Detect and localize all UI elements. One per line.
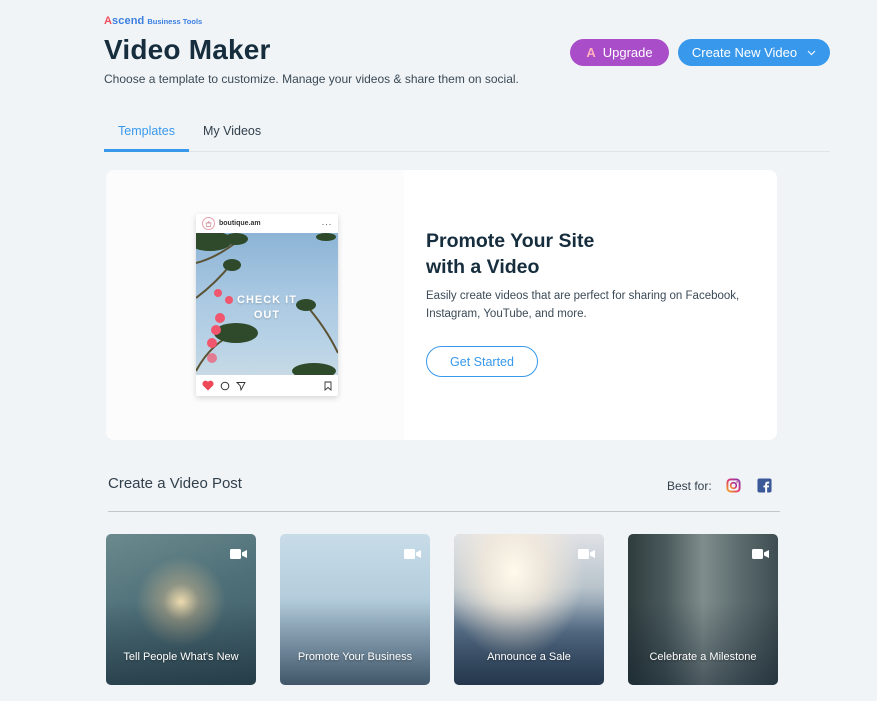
bookmark-icon: [324, 381, 332, 391]
promo-banner: boutique.am ··· CHECK IT OUT Promote You…: [106, 170, 777, 440]
template-card-announce-sale[interactable]: Announce a Sale: [454, 534, 604, 685]
share-icon: [236, 381, 246, 391]
template-card-celebrate-milestone[interactable]: Celebrate a Milestone: [628, 534, 778, 685]
banner-illustration-panel: boutique.am ··· CHECK IT OUT: [106, 170, 404, 440]
banner-title-line2: with a Video: [426, 256, 540, 278]
brand-name-rest: scend: [112, 15, 145, 27]
chevron-down-icon: [807, 48, 816, 58]
create-new-video-label: Create New Video: [691, 45, 798, 60]
tab-my-videos[interactable]: My Videos: [189, 110, 275, 152]
best-for-label: Best for:: [667, 478, 712, 493]
upgrade-button[interactable]: A Upgrade: [570, 39, 669, 66]
tab-bar: Templates My Videos: [104, 110, 830, 152]
card-label: Celebrate a Milestone: [649, 651, 757, 663]
post-header: boutique.am ···: [196, 214, 338, 233]
ascend-logo-icon: A: [586, 45, 596, 60]
video-camera-icon: [752, 549, 769, 559]
video-camera-icon: [578, 549, 595, 559]
brand-initial: A: [104, 15, 113, 27]
brand-name: Ascend: [104, 15, 144, 27]
template-card-promote-business[interactable]: Promote Your Business: [280, 534, 430, 685]
page-subtitle: Choose a template to customize. Manage y…: [104, 72, 519, 86]
social-post-preview: boutique.am ··· CHECK IT OUT: [196, 214, 338, 396]
card-label: Tell People What's New: [123, 651, 239, 663]
post-overlay-text: CHECK IT OUT: [196, 293, 338, 323]
section-divider: [108, 511, 780, 512]
create-new-video-button[interactable]: Create New Video: [678, 39, 830, 66]
banner-title: Promote Your Site with a Video: [426, 228, 594, 280]
more-icon: ···: [321, 218, 332, 229]
facebook-icon: [757, 478, 772, 493]
post-overlay-line1: CHECK IT: [237, 294, 297, 306]
post-overlay-line2: OUT: [253, 309, 281, 321]
template-cards: Tell People What's New Promote Your Busi…: [106, 534, 778, 685]
comment-icon: [220, 381, 230, 390]
get-started-button[interactable]: Get Started: [426, 346, 538, 377]
card-label: Announce a Sale: [487, 651, 571, 663]
tab-templates[interactable]: Templates: [104, 110, 189, 152]
section-title: Create a Video Post: [108, 475, 242, 492]
banner-description: Easily create videos that are perfect fo…: [426, 290, 740, 320]
post-username: boutique.am: [219, 220, 261, 227]
banner-title-line1: Promote Your Site: [426, 230, 595, 252]
post-actions: [196, 375, 338, 396]
upgrade-button-label: Upgrade: [602, 45, 653, 60]
brand-logo: Ascend Business Tools: [104, 15, 202, 27]
video-camera-icon: [230, 549, 247, 559]
best-for: Best for:: [667, 478, 772, 493]
card-label: Promote Your Business: [297, 651, 413, 663]
heart-icon: [202, 380, 214, 391]
template-card-tell-people[interactable]: Tell People What's New: [106, 534, 256, 685]
post-image: CHECK IT OUT: [196, 233, 338, 375]
store-avatar-icon: [202, 217, 215, 230]
video-camera-icon: [404, 549, 421, 559]
brand-subtitle: Business Tools: [147, 17, 203, 26]
instagram-icon: [726, 478, 741, 493]
page-title: Video Maker: [104, 34, 271, 65]
